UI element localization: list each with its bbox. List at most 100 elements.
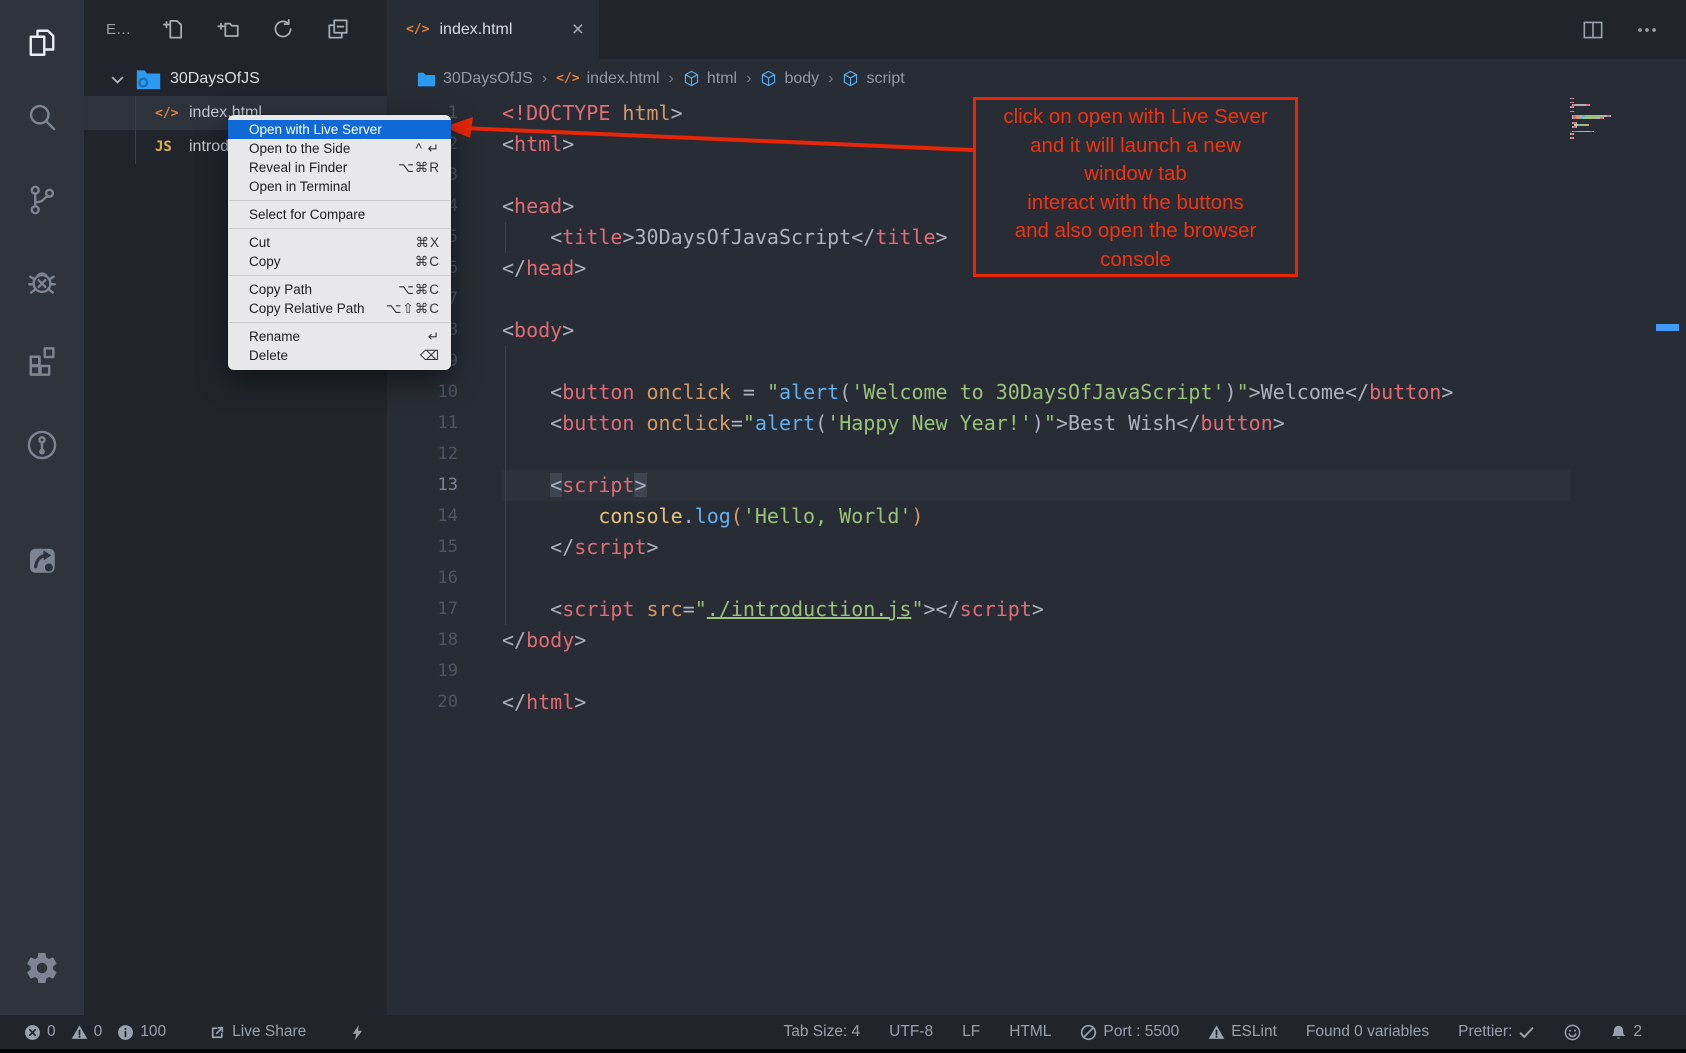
line-number[interactable]: 10: [387, 377, 502, 408]
menu-shortcut: ↵: [428, 329, 440, 345]
collapse-all-icon[interactable]: [325, 16, 351, 42]
menu-item-open-to-the-side[interactable]: Open to the Side^ ↵: [228, 139, 451, 158]
annotation-line: console: [976, 246, 1295, 275]
more-actions-icon[interactable]: [1634, 17, 1660, 43]
status-utf-8[interactable]: UTF-8: [889, 1023, 933, 1041]
info-icon: [117, 1024, 134, 1041]
line-number[interactable]: 19: [387, 656, 502, 687]
line-number[interactable]: 15: [387, 532, 502, 563]
line-number[interactable]: 12: [387, 439, 502, 470]
status-2[interactable]: 2: [1610, 1023, 1642, 1041]
breadcrumb-item-html[interactable]: html: [683, 70, 737, 88]
code-line-13[interactable]: 13 <script>: [387, 470, 1686, 501]
menu-item-delete[interactable]: Delete⌫: [228, 346, 451, 365]
folder-icon: [417, 71, 436, 87]
status-html[interactable]: HTML: [1009, 1023, 1051, 1041]
refresh-icon[interactable]: [270, 16, 296, 42]
split-editor-icon[interactable]: [1580, 17, 1606, 43]
breadcrumb: 30DaysOfJS›</>index.html›html›body›scrip…: [387, 59, 1686, 98]
indent-guide: [505, 222, 506, 253]
menu-item-rename[interactable]: Rename↵: [228, 327, 451, 346]
status-0[interactable]: 0: [71, 1023, 103, 1041]
settings-icon[interactable]: [18, 944, 66, 992]
menu-item-select-for-compare[interactable]: Select for Compare: [228, 205, 451, 224]
explorer-icon[interactable]: [18, 18, 66, 66]
html-file-icon: </>: [155, 106, 183, 121]
new-folder-icon[interactable]: [215, 16, 241, 42]
menu-shortcut: ⌘C: [415, 254, 440, 270]
menu-item-reveal-in-finder[interactable]: Reveal in Finder⌥⌘R: [228, 158, 451, 177]
annotation-box: click on open with Live Sever and it wil…: [973, 97, 1298, 277]
line-number[interactable]: 16: [387, 563, 502, 594]
menu-item-open-with-live-server[interactable]: Open with Live Server: [228, 120, 451, 139]
sidebar-item-folder-root[interactable]: 30DaysOfJS: [84, 62, 387, 96]
line-number[interactable]: 18: [387, 625, 502, 656]
minimap[interactable]: [1570, 95, 1653, 140]
editor-tab-bar: </> index.html ×: [387, 0, 1686, 59]
status-tab-size-4[interactable]: Tab Size: 4: [783, 1023, 860, 1041]
search-icon[interactable]: [18, 93, 66, 141]
code-line-20[interactable]: 20</html>: [387, 687, 1686, 718]
line-number[interactable]: 14: [387, 501, 502, 532]
symbol-cube-icon: [760, 70, 777, 87]
code-line-10[interactable]: 10 <button onclick = "alert('Welcome to …: [387, 377, 1686, 408]
code-line-17[interactable]: 17 <script src="./introduction.js"></scr…: [387, 594, 1686, 625]
indent-guide: [505, 532, 506, 563]
breadcrumb-item-30daysofjs[interactable]: 30DaysOfJS: [417, 70, 533, 88]
tab-index-html[interactable]: </> index.html ×: [387, 0, 599, 59]
bell-icon: [1610, 1024, 1627, 1041]
code-line-8[interactable]: 8<body>: [387, 315, 1686, 346]
line-number[interactable]: 20: [387, 687, 502, 718]
extensions-icon[interactable]: [18, 336, 66, 384]
status-found-0-variables[interactable]: Found 0 variables: [1306, 1023, 1429, 1041]
status-0[interactable]: 0: [24, 1023, 56, 1041]
chevron-down-icon: [108, 70, 127, 89]
line-number[interactable]: 17: [387, 594, 502, 625]
code-line-12[interactable]: 12: [387, 439, 1686, 470]
code-line-14[interactable]: 14 console.log('Hello, World'): [387, 501, 1686, 532]
menu-item-copy[interactable]: Copy⌘C: [228, 252, 451, 271]
status-prettier-[interactable]: Prettier:: [1458, 1023, 1535, 1041]
breadcrumb-item-script[interactable]: script: [842, 70, 904, 88]
code-text: <html>: [502, 129, 574, 160]
line-number[interactable]: 11: [387, 408, 502, 439]
status-smiley[interactable]: [1564, 1024, 1581, 1041]
menu-item-copy-relative-path[interactable]: Copy Relative Path⌥⇧⌘C: [228, 299, 451, 318]
menu-item-copy-path[interactable]: Copy Path⌥⌘C: [228, 280, 451, 299]
code-line-7[interactable]: 7: [387, 284, 1686, 315]
menu-item-open-in-terminal[interactable]: Open in Terminal: [228, 177, 451, 196]
symbol-cube-icon: [842, 70, 859, 87]
source-control-icon[interactable]: [18, 176, 66, 224]
vscode-window: { "colors": { "p": "#abb2bf", "t": "#e06…: [0, 0, 1686, 1053]
smiley-icon: [1564, 1024, 1581, 1041]
export-icon: [209, 1024, 226, 1041]
live-share-icon[interactable]: [18, 536, 66, 584]
code-line-9[interactable]: 9: [387, 346, 1686, 377]
run-debug-icon[interactable]: [18, 258, 66, 306]
line-number[interactable]: 13: [387, 470, 502, 501]
code-text: <script>: [502, 470, 647, 501]
status-live-share[interactable]: Live Share: [209, 1023, 306, 1041]
code-text: </script>: [502, 532, 659, 563]
breadcrumb-item-index-html[interactable]: </>index.html: [556, 70, 659, 88]
remote-icon[interactable]: [18, 421, 66, 469]
status-port-5500[interactable]: Port : 5500: [1080, 1023, 1179, 1041]
close-icon[interactable]: ×: [572, 19, 584, 40]
check-icon: [1518, 1024, 1535, 1041]
code-line-15[interactable]: 15 </script>: [387, 532, 1686, 563]
menu-separator: [229, 228, 450, 229]
code-line-18[interactable]: 18</body>: [387, 625, 1686, 656]
indent-guide: [505, 563, 506, 594]
indent-guide: [505, 501, 506, 532]
status-eslint[interactable]: ESLint: [1208, 1023, 1277, 1041]
status-lf[interactable]: LF: [962, 1023, 980, 1041]
error-icon: [24, 1024, 41, 1041]
code-line-19[interactable]: 19: [387, 656, 1686, 687]
status-bolt[interactable]: [349, 1024, 366, 1041]
code-line-16[interactable]: 16: [387, 563, 1686, 594]
code-line-11[interactable]: 11 <button onclick="alert('Happy New Yea…: [387, 408, 1686, 439]
breadcrumb-item-body[interactable]: body: [760, 70, 819, 88]
new-file-icon[interactable]: [160, 16, 186, 42]
status-100[interactable]: 100: [117, 1023, 166, 1041]
menu-item-cut[interactable]: Cut⌘X: [228, 233, 451, 252]
